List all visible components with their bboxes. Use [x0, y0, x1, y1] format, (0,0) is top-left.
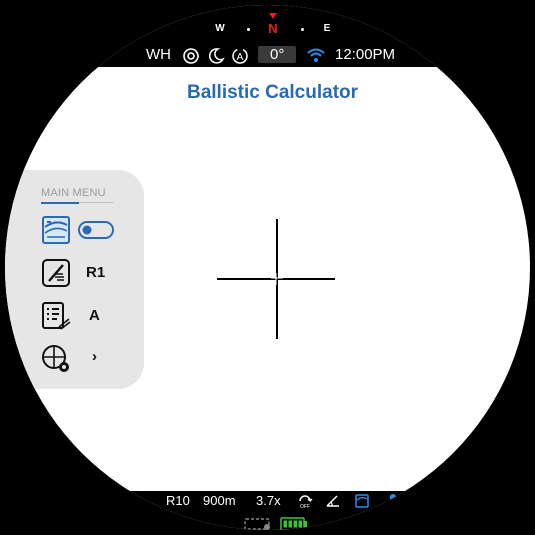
menu-header-underline	[41, 202, 79, 204]
rifle-profile-icon[interactable]	[41, 258, 71, 288]
ballistic-calculator-icon[interactable]	[41, 215, 71, 245]
compass-east: E	[323, 23, 331, 34]
menu-header-divider	[79, 202, 113, 203]
white-hot-mode: WH	[146, 46, 171, 63]
ballistic-calculator-toggle[interactable]	[78, 221, 114, 239]
ammo-list-icon[interactable]	[41, 301, 71, 331]
reticle-center-icon	[271, 273, 283, 285]
compass-tick	[247, 28, 250, 31]
compass-strip: W N E	[5, 21, 530, 37]
chevron-right-icon[interactable]: ›	[92, 348, 97, 365]
auto-brightness-icon: A	[232, 48, 248, 64]
reticle-settings-icon[interactable]	[41, 344, 71, 374]
top-status-bar: W N E WH A 0° 12:00PM	[5, 5, 530, 67]
ballistic-icon	[355, 494, 369, 508]
compass-tick	[301, 28, 304, 31]
svg-text:A: A	[237, 52, 244, 63]
stabilization-off-icon: OFF	[299, 495, 313, 509]
night-mode-icon	[208, 48, 225, 64]
scope-view: W N E WH A 0° 12:00PM Ballistic Calculat…	[5, 5, 530, 530]
menu-header: MAIN MENU	[41, 187, 106, 199]
reticle-indicator: R10	[166, 493, 190, 508]
battery-icon	[280, 517, 307, 530]
ammo-profile-value[interactable]: A	[89, 307, 100, 324]
sd-card-icon	[244, 518, 270, 530]
compass-west: W	[215, 23, 225, 34]
incline-angle-icon	[326, 495, 339, 507]
svg-text:OFF: OFF	[300, 504, 310, 509]
zoom-indicator: 3.7x	[256, 493, 281, 508]
status-row: WH A 0° 12:00PM	[5, 45, 530, 65]
inclination-angle: 0°	[258, 46, 297, 63]
wifi-icon	[307, 48, 325, 62]
page-title: Ballistic Calculator	[186, 82, 359, 103]
bottom-status-bar: R10 900m 3.7x OFF	[5, 491, 530, 530]
compass-north: N	[268, 21, 278, 36]
north-indicator-icon	[269, 13, 277, 19]
main-menu-panel: MAIN MENU R1 A ›	[5, 170, 144, 389]
microphone-icon	[387, 494, 399, 508]
clock: 12:00PM	[335, 46, 396, 63]
distance-indicator: 900m	[203, 493, 236, 508]
target-icon	[183, 48, 199, 64]
rifle-profile-value[interactable]: R1	[86, 264, 105, 281]
